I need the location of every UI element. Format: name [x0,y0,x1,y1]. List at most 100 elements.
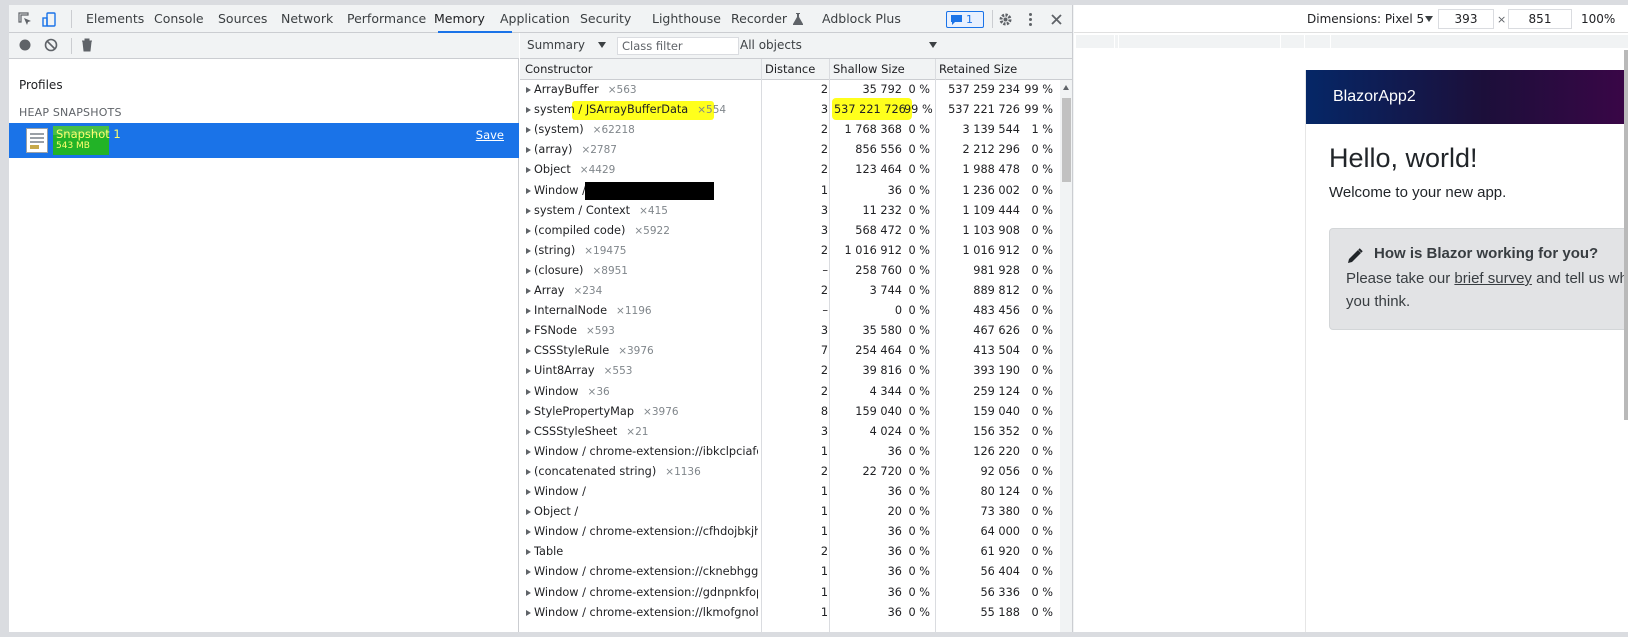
tab-application[interactable]: Application [500,5,570,33]
tab-security[interactable]: Security [580,5,631,33]
expand-triangle-icon[interactable] [526,509,531,515]
save-snapshot-link[interactable]: Save [476,128,504,142]
table-row[interactable]: Window ×36 2 4 344 0 % 259 124 0 % [520,382,1060,402]
expand-triangle-icon[interactable] [526,389,531,395]
tab-sources[interactable]: Sources [218,5,267,33]
survey-link[interactable]: brief survey [1454,270,1532,287]
expand-triangle-icon[interactable] [526,348,531,354]
tab-elements[interactable]: Elements [86,5,144,33]
shallow-percent-cell: 0 % [908,163,930,176]
table-row[interactable]: Window / chrome-extension://lkmofgnoh...… [520,603,1060,623]
expand-triangle-icon[interactable] [526,248,531,254]
table-row[interactable]: Object / 1 20 0 % 73 380 0 % [520,502,1060,522]
inspect-element-icon[interactable] [18,12,33,27]
expand-triangle-icon[interactable] [526,87,531,93]
snapshot-item[interactable]: Snapshot 1 543 MB Save [9,123,519,158]
record-icon[interactable] [18,38,32,55]
expand-triangle-icon[interactable] [526,529,531,535]
column-shallow-size[interactable]: Shallow Size [829,59,905,80]
table-row[interactable]: CSSStyleSheet ×21 3 4 024 0 % 156 352 0 % [520,422,1060,442]
table-row[interactable]: (string) ×19475 2 1 016 912 0 % 1 016 912 0 % [520,241,1060,261]
tab-console[interactable]: Console [154,5,204,33]
issues-badge[interactable]: 1 [946,11,984,28]
expand-triangle-icon[interactable] [526,549,531,555]
zoom-select[interactable]: 100% [1581,12,1615,26]
objects-select[interactable]: All objects [740,38,802,52]
tab-memory[interactable]: Memory [434,5,485,33]
expand-triangle-icon[interactable] [526,188,531,194]
tab-network[interactable]: Network [281,5,333,33]
table-row[interactable]: Window / 1 36 0 % 1 236 002 0 % [520,181,1060,201]
expand-triangle-icon[interactable] [526,167,531,173]
expand-triangle-icon[interactable] [526,409,531,415]
table-row[interactable]: (compiled code) ×5922 3 568 472 0 % 1 103 908… [520,221,1060,241]
table-row[interactable]: Window / chrome-extension://cknebhggc...… [520,562,1060,582]
expand-triangle-icon[interactable] [526,489,531,495]
table-row[interactable]: (closure) ×8951 – 258 760 0 % 981 928 0 % [520,261,1060,281]
clear-all-icon[interactable] [44,38,58,55]
table-row[interactable]: Array ×234 2 3 744 0 % 889 812 0 % [520,281,1060,301]
expand-triangle-icon[interactable] [526,288,531,294]
table-row[interactable]: (concatenated string) ×1136 2 22 720 0 % 92 0… [520,462,1060,482]
column-constructor[interactable]: Constructor [521,59,592,80]
table-row[interactable]: Window / chrome-extension://ibkclpciafd.… [520,442,1060,462]
constructor-name: Window ×36 [534,385,758,398]
tab-lighthouse[interactable]: Lighthouse [652,5,721,33]
class-filter-input[interactable]: Class filter [617,37,739,55]
gear-icon[interactable] [998,12,1013,27]
device-width-input[interactable]: 393 [1438,9,1494,29]
device-height-input[interactable]: 851 [1508,9,1572,29]
table-row[interactable]: Window / 1 36 0 % 80 124 0 % [520,482,1060,502]
constructor-label: InternalNode [534,304,608,317]
expand-triangle-icon[interactable] [526,429,531,435]
expand-triangle-icon[interactable] [526,208,531,214]
constructor-label: CSSStyleRule [534,344,610,357]
expand-triangle-icon[interactable] [526,449,531,455]
app-title[interactable]: BlazorApp2 [1333,88,1416,106]
expand-triangle-icon[interactable] [526,228,531,234]
expand-triangle-icon[interactable] [526,147,531,153]
table-row[interactable]: Window / chrome-extension://gdnpnkfop...… [520,583,1060,603]
expand-triangle-icon[interactable] [526,127,531,133]
tab-performance[interactable]: Performance [347,5,426,33]
trash-icon[interactable] [80,38,94,55]
expand-triangle-icon[interactable] [526,308,531,314]
expand-triangle-icon[interactable] [526,469,531,475]
expand-triangle-icon[interactable] [526,569,531,575]
expand-triangle-icon[interactable] [526,107,531,113]
expand-triangle-icon[interactable] [526,590,531,596]
table-row[interactable]: FSNode ×593 3 35 580 0 % 467 626 0 % [520,321,1060,341]
page-scrollbar[interactable] [1624,50,1628,420]
table-row[interactable]: Window / chrome-extension://cfhdojbkjh..… [520,522,1060,542]
expand-triangle-icon[interactable] [526,328,531,334]
grid-scrollbar[interactable] [1060,80,1072,632]
column-retained-size[interactable]: Retained Size [935,59,1017,80]
pencil-icon [1346,247,1364,268]
table-row[interactable]: InternalNode ×1196 – 0 0 % 483 456 0 % [520,301,1060,321]
table-row[interactable]: CSSStyleRule ×3976 7 254 464 0 % 413 504 0 % [520,341,1060,361]
expand-triangle-icon[interactable] [526,268,531,274]
table-row[interactable]: system / Context ×415 3 11 232 0 % 1 109 444 0… [520,201,1060,221]
table-row[interactable]: system / JSArrayBufferData ×554 3 537 221 7… [520,98,1060,120]
tab-recorder[interactable]: Recorder [731,5,787,33]
scrollbar-thumb[interactable] [1062,98,1071,182]
table-row[interactable]: Table 2 36 0 % 61 920 0 % [520,542,1060,562]
view-select[interactable]: Summary [527,38,585,52]
table-row[interactable]: (array) ×2787 2 856 556 0 % 2 212 296 0 % [520,140,1060,160]
dimensions-select[interactable]: Dimensions: Pixel 5 [1307,12,1424,26]
table-row[interactable]: StylePropertyMap ×3976 8 159 040 0 % 159 040 0… [520,402,1060,422]
constructor-name: (compiled code) ×5922 [534,224,758,237]
expand-triangle-icon[interactable] [526,610,531,616]
table-row[interactable]: Object ×4429 2 123 464 0 % 1 988 478 0 % [520,160,1060,180]
table-row[interactable]: (system) ×62218 2 1 768 368 0 % 3 139 544 1 % [520,120,1060,140]
column-distance[interactable]: Distance [761,59,815,80]
table-row[interactable]: Uint8Array ×553 2 39 816 0 % 393 190 0 % [520,361,1060,381]
scroll-up-icon[interactable] [1063,85,1069,90]
expand-triangle-icon[interactable] [526,368,531,374]
device-toggle-icon[interactable] [42,12,57,27]
tab-adblock-plus[interactable]: Adblock Plus [822,5,901,33]
retained-size-cell: 3 139 544 [962,123,1021,136]
close-icon[interactable] [1049,12,1064,27]
more-options-icon[interactable] [1023,12,1038,27]
table-row[interactable]: ArrayBuffer ×563 2 35 792 0 % 537 259 234 99 % [520,80,1060,100]
